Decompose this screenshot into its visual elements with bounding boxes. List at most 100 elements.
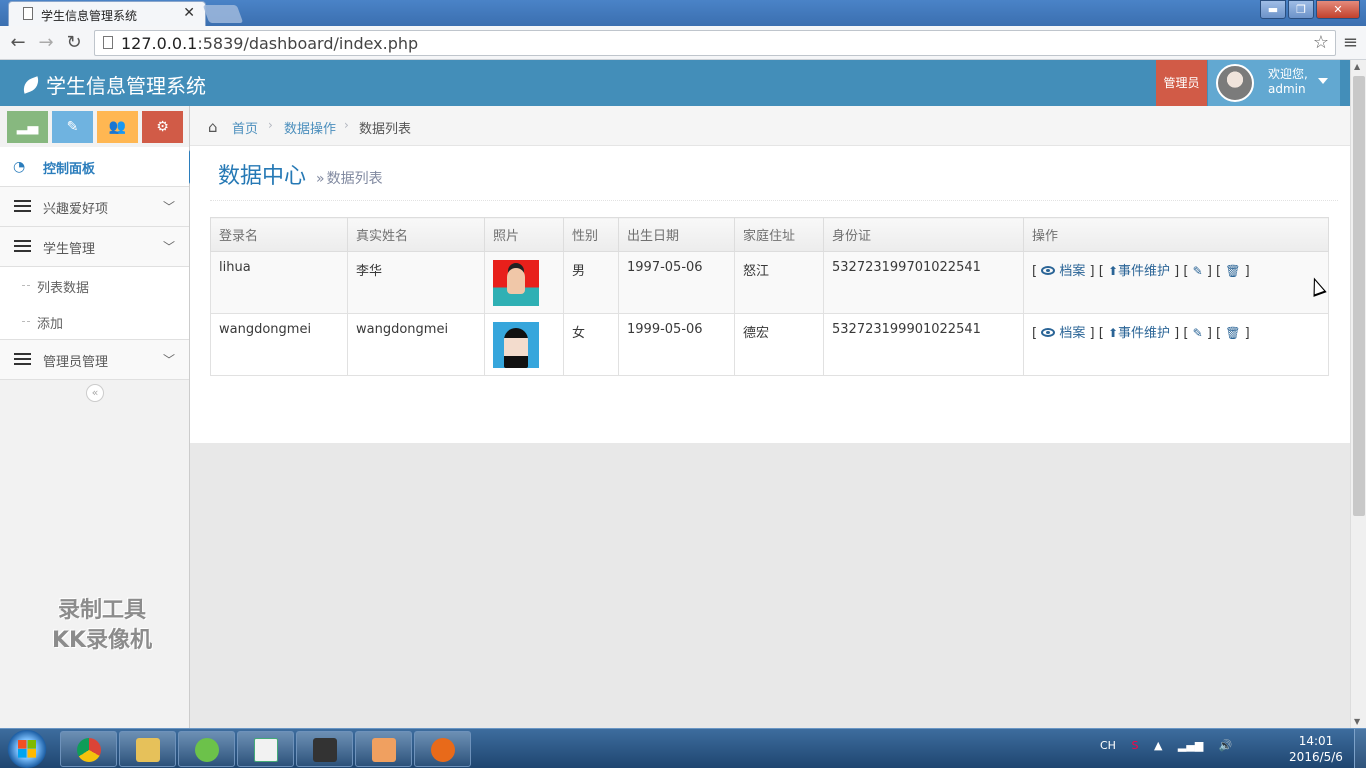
taskbar-app-notes[interactable] (355, 731, 412, 767)
address-bar[interactable]: 127.0.0.1:5839/dashboard/index.php ☆ (94, 30, 1336, 56)
page-icon (103, 36, 113, 49)
brand[interactable]: 学生信息管理系统 (20, 70, 206, 99)
bracket: [ (1216, 264, 1222, 279)
sidebar-item-hobbies[interactable]: 兴趣爱好项 ﹀ (0, 187, 189, 227)
event-label: 事件维护 (1118, 264, 1171, 279)
volume-icon[interactable]: 🔊 (1219, 739, 1233, 752)
browser-tab[interactable]: 学生信息管理系统 ✕ (8, 1, 206, 26)
submenu-item-list[interactable]: 列表数据 (0, 267, 189, 303)
cell-birth: 1999-05-06 (618, 313, 735, 376)
menu-icon[interactable]: ≡ (1343, 32, 1358, 53)
breadcrumb-section[interactable]: 数据操作 (284, 118, 336, 137)
tab-title: 学生信息管理系统 (41, 9, 138, 23)
cogs-icon: ⚙ (156, 119, 169, 135)
column-header[interactable]: 性别 (563, 217, 619, 252)
students-submenu: 列表数据 添加 (0, 267, 189, 340)
app-header: 学生信息管理系统 管理员 欢迎您, admin (0, 60, 1350, 106)
sidebar: ▂▄ ✎ 👥 ⚙ ◔ 控制面板 兴趣爱好项 ﹀ 学生管理 ﹀ 列表数据 添加 管… (0, 106, 190, 728)
column-header[interactable]: 出生日期 (618, 217, 735, 252)
role-badge: 管理员 (1156, 60, 1207, 106)
breadcrumb-home[interactable]: 首页 (232, 118, 258, 137)
page-title: 数据中心 (218, 164, 307, 189)
upload-icon: ⬆ (1107, 264, 1119, 278)
minimize-button[interactable]: ▬ (1260, 0, 1286, 19)
window-close-button[interactable]: ✕ (1316, 0, 1360, 19)
tab-close-button[interactable]: ✕ (183, 5, 195, 21)
sidebar-item-admins[interactable]: 管理员管理 ﹀ (0, 340, 189, 380)
taskbar-app-green[interactable] (178, 731, 235, 767)
clock[interactable]: 14:01 2016/5/6 (1286, 733, 1346, 765)
tree-dash (22, 285, 30, 286)
event-link[interactable]: ⬆事件维护 (1108, 326, 1170, 341)
archive-link[interactable]: 档案 (1041, 264, 1085, 279)
column-header[interactable]: 身份证 (823, 217, 1024, 252)
sidebar-item-dashboard[interactable]: ◔ 控制面板 (0, 147, 189, 187)
trash-icon[interactable]: 🗑 (1225, 264, 1240, 278)
back-arrow-icon[interactable]: ← (6, 31, 30, 55)
chevron-down-icon: ﹀ (162, 240, 175, 254)
scroll-up-icon[interactable]: ▲ (1354, 62, 1360, 71)
browser-toolbar: ← → ↻ 127.0.0.1:5839/dashboard/index.php… (0, 26, 1366, 60)
bracket: [ (1183, 264, 1189, 279)
folder-icon (136, 738, 160, 762)
taskbar-app-photo[interactable] (296, 731, 353, 767)
column-header[interactable]: 照片 (484, 217, 564, 252)
caret-down-icon (1318, 78, 1328, 84)
user-menu[interactable]: 欢迎您, admin (1208, 60, 1340, 106)
trash-icon[interactable]: 🗑 (1225, 326, 1240, 340)
column-header[interactable]: 真实姓名 (347, 217, 485, 252)
shortcut-pencil-button[interactable]: ✎ (52, 111, 93, 143)
maximize-button[interactable]: ❐ (1288, 0, 1314, 19)
edit-pencil-icon[interactable]: ✎ (1193, 264, 1203, 278)
sidebar-item-students[interactable]: 学生管理 ﹀ (0, 227, 189, 267)
page-scrollbar[interactable]: ▲ ▼ (1350, 60, 1366, 728)
language-indicator[interactable]: CH (1100, 739, 1116, 752)
submenu-item-add[interactable]: 添加 (0, 303, 189, 339)
nav-list: ◔ 控制面板 兴趣爱好项 ﹀ 学生管理 ﹀ 列表数据 添加 管理员管理 ﹀ (0, 147, 189, 380)
upload-icon: ⬆ (1107, 326, 1119, 340)
clock-time: 14:01 (1298, 734, 1334, 748)
bracket: ] (1244, 264, 1250, 279)
show-desktop-button[interactable] (1354, 729, 1366, 768)
list-icon (14, 200, 31, 214)
taskbar-chrome[interactable] (60, 731, 117, 767)
watermark-line: KK录像机 (51, 628, 153, 653)
recorder-app-icon (431, 738, 455, 762)
shortcut-group-button[interactable]: 👥 (97, 111, 138, 143)
new-tab-button[interactable] (202, 5, 244, 23)
group-icon: 👥 (108, 119, 127, 135)
list-icon (14, 353, 31, 367)
column-header[interactable]: 登录名 (210, 217, 348, 252)
column-header[interactable]: 家庭住址 (734, 217, 824, 252)
taskbar-explorer[interactable] (119, 731, 176, 767)
signal-icon: ▂▄ (16, 119, 39, 135)
tray-expand-icon[interactable]: ▲ (1154, 739, 1162, 752)
app-icon (195, 738, 219, 762)
taskbar-app-recorder[interactable] (414, 731, 471, 767)
scrollbar-thumb[interactable] (1353, 76, 1365, 516)
column-header[interactable]: 操作 (1023, 217, 1329, 252)
submenu-label: 列表数据 (37, 281, 90, 296)
home-icon: ⌂ (208, 118, 218, 136)
taskbar: CH S ▲ ▂▄▆ 🔊 14:01 2016/5/6 (0, 728, 1366, 768)
edit-pencil-icon[interactable]: ✎ (1193, 326, 1203, 340)
bookmark-star-icon[interactable]: ☆ (1313, 32, 1329, 53)
shortcut-signal-button[interactable]: ▂▄ (7, 111, 48, 143)
taskbar-apps (60, 731, 471, 767)
sogou-icon[interactable]: S (1131, 739, 1138, 752)
shortcut-cogs-button[interactable]: ⚙ (142, 111, 183, 143)
student-photo (493, 260, 539, 306)
scroll-down-icon[interactable]: ▼ (1354, 717, 1360, 726)
bracket: ] (1206, 264, 1212, 279)
forward-arrow-icon[interactable]: → (34, 31, 58, 55)
event-link[interactable]: ⬆事件维护 (1108, 264, 1170, 279)
reload-icon[interactable]: ↻ (62, 31, 86, 55)
table-row: wangdongmei wangdongmei 女 1999-05-06 德宏 … (210, 313, 1329, 376)
taskbar-app-chart[interactable] (237, 731, 294, 767)
start-button[interactable] (2, 730, 52, 768)
double-chevron-icon: » (316, 171, 325, 187)
sidebar-collapse-button[interactable]: « (86, 384, 104, 402)
submenu-label: 添加 (37, 317, 64, 332)
archive-link[interactable]: 档案 (1041, 326, 1085, 341)
signal-icon[interactable]: ▂▄▆ (1178, 739, 1203, 752)
